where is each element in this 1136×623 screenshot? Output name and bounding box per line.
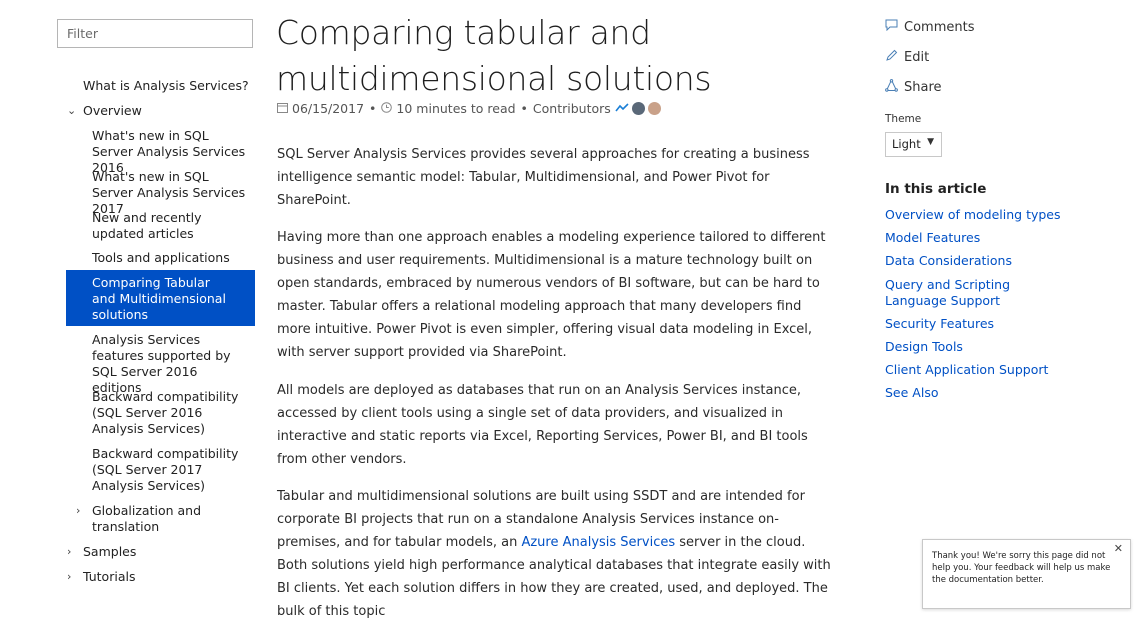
chevron-right-icon[interactable]: › <box>67 569 71 585</box>
filter-input[interactable] <box>57 19 253 48</box>
toc-link-data-considerations[interactable]: Data Considerations <box>885 253 1085 269</box>
avatar[interactable] <box>631 102 645 115</box>
share-link[interactable]: Share <box>885 78 942 96</box>
nav-item-samples[interactable]: › Samples <box>67 544 136 560</box>
comments-link[interactable]: Comments <box>885 19 974 35</box>
toc-link-client-application-support[interactable]: Client Application Support <box>885 362 1085 378</box>
paragraph-deployment: All models are deployed as databases tha… <box>277 383 808 467</box>
paragraph-solutions: Tabular and multidimensional solutions a… <box>277 489 831 619</box>
nav-item-tutorials[interactable]: › Tutorials <box>67 569 135 585</box>
feedback-message: Thank you! We're sorry this page did not… <box>932 551 1111 585</box>
contributor-chart-icon[interactable] <box>615 101 629 116</box>
article-metadata: 06/15/2017 • 10 minutes to read • Contri… <box>277 101 661 116</box>
toc-link-see-also[interactable]: See Also <box>885 385 1085 401</box>
nav-item-backward-compat-2017[interactable]: Backward compatibility (SQL Server 2017 … <box>92 446 244 494</box>
chevron-down-icon[interactable]: ⌄ <box>67 103 76 119</box>
read-time: 10 minutes to read <box>396 101 516 116</box>
contributors-label[interactable]: Contributors <box>533 101 611 116</box>
toc-link-model-features[interactable]: Model Features <box>885 230 1085 246</box>
pencil-icon <box>885 49 899 66</box>
share-icon <box>885 78 899 96</box>
nav-item-features-supported-editions[interactable]: Analysis Services features supported by … <box>92 332 242 396</box>
chevron-right-icon[interactable]: › <box>76 503 80 519</box>
nav-item-overview[interactable]: ⌄ Overview <box>67 103 142 119</box>
paragraph-approaches: Having more than one approach enables a … <box>277 230 826 360</box>
in-this-article-heading: In this article <box>885 181 987 197</box>
edit-link[interactable]: Edit <box>885 49 929 66</box>
chevron-down-icon: ▼ <box>927 137 934 147</box>
nav-item-backward-compat-2016[interactable]: Backward compatibility (SQL Server 2016 … <box>92 389 244 437</box>
comment-icon <box>885 19 899 35</box>
nav-item-globalization-translation[interactable]: › Globalization and translation <box>76 503 212 535</box>
calendar-icon <box>277 102 288 116</box>
theme-label: Theme <box>885 113 922 125</box>
toc-link-security-features[interactable]: Security Features <box>885 316 1085 332</box>
clock-icon <box>381 101 393 116</box>
chevron-right-icon[interactable]: › <box>67 544 71 560</box>
toc-link-design-tools[interactable]: Design Tools <box>885 339 1085 355</box>
azure-analysis-services-link[interactable]: Azure Analysis Services <box>521 535 675 550</box>
toc-link-query-scripting-language[interactable]: Query and Scripting Language Support <box>885 277 1065 309</box>
nav-item-new-recently-updated[interactable]: New and recently updated articles <box>92 210 252 242</box>
page-title: Comparing tabular and multidimensional s… <box>276 13 712 98</box>
close-icon[interactable]: ✕ <box>1114 542 1123 555</box>
nav-item-tools-applications[interactable]: Tools and applications <box>92 250 252 266</box>
theme-select[interactable]: Light ▼ <box>885 132 942 157</box>
feedback-popup: ✕ Thank you! We're sorry this page did n… <box>922 539 1131 609</box>
article-date: 06/15/2017 <box>292 101 365 116</box>
paragraph-intro: SQL Server Analysis Services provides se… <box>277 147 810 208</box>
toc-link-overview-modeling-types[interactable]: Overview of modeling types <box>885 207 1085 223</box>
nav-item-what-is-analysis-services[interactable]: What is Analysis Services? <box>83 78 249 94</box>
nav-item-comparing-tabular-multidimensional[interactable]: Comparing Tabular and Multidimensional s… <box>66 270 255 326</box>
avatar[interactable] <box>647 102 661 115</box>
